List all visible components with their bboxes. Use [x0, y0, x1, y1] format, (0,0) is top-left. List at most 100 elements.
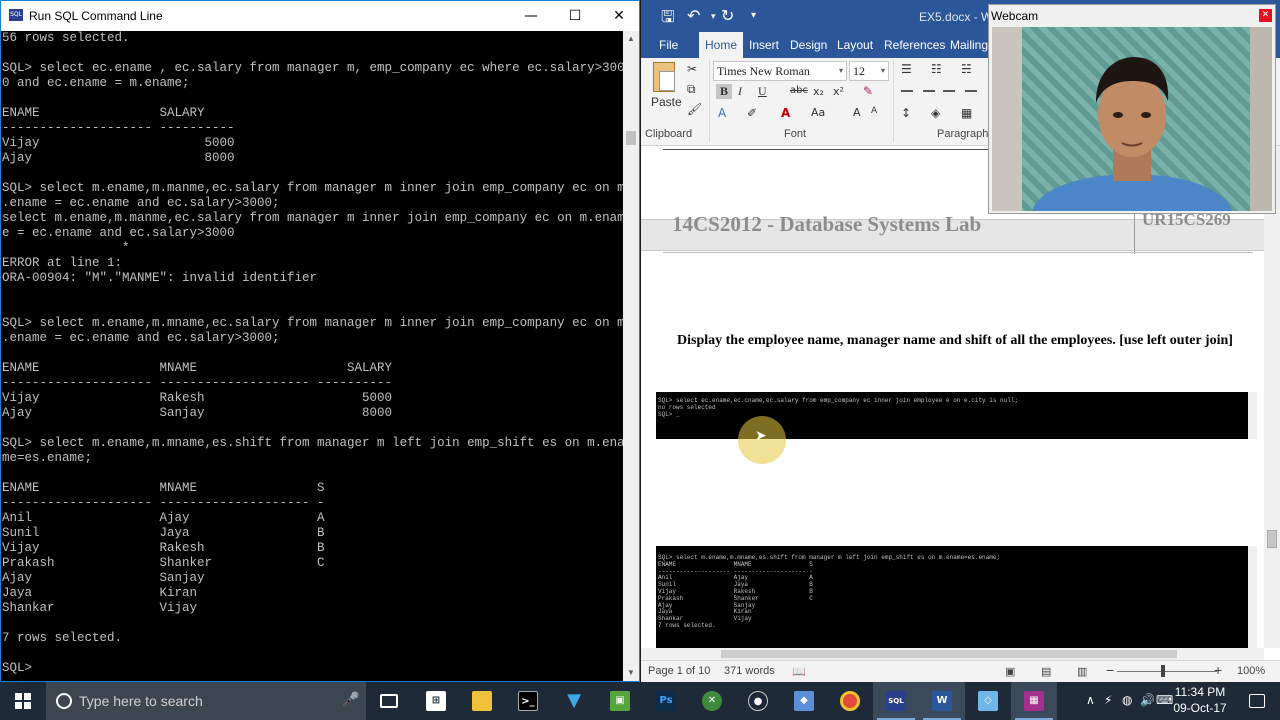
tab-mailings[interactable]: Mailing: [944, 32, 994, 58]
tab-references[interactable]: References: [878, 32, 951, 58]
superscript-button[interactable]: x²: [833, 85, 844, 98]
show-hidden-icons-icon[interactable]: ∧: [1086, 693, 1095, 707]
sql-scrollbar[interactable]: ▲ ▼: [623, 31, 639, 681]
taskbar-app-blue[interactable]: ◇: [965, 682, 1011, 720]
taskbar-webcam-app[interactable]: ▦: [1011, 682, 1057, 720]
power-icon[interactable]: ⚡: [1104, 693, 1112, 707]
sql-command-line-window[interactable]: SQL Run SQL Command Line — ☐ ✕ 56 rows s…: [0, 0, 640, 682]
grow-font-button[interactable]: A: [853, 106, 861, 119]
align-left-icon[interactable]: [901, 90, 913, 92]
minimize-button[interactable]: —: [509, 1, 553, 31]
taskbar-3d-builder[interactable]: ◆: [781, 682, 827, 720]
font-name-box[interactable]: Times New Roman ▾: [713, 61, 847, 81]
multilevel-list-icon[interactable]: ☵: [961, 62, 972, 76]
highlight-icon[interactable]: ✐: [747, 106, 757, 120]
document-vertical-scrollbar[interactable]: [1264, 146, 1280, 648]
start-button[interactable]: [0, 682, 46, 720]
justify-icon[interactable]: [965, 90, 977, 92]
subscript-button[interactable]: x₂: [813, 85, 824, 98]
volume-icon[interactable]: 🔊: [1140, 693, 1155, 707]
shrink-font-button[interactable]: A: [871, 106, 877, 116]
zoom-slider-thumb[interactable]: [1161, 665, 1165, 677]
taskbar-steam[interactable]: ●: [735, 682, 781, 720]
undo-dropdown-icon[interactable]: ▾: [711, 12, 716, 22]
taskbar-sql-command-line[interactable]: SQL: [873, 682, 919, 720]
italic-button[interactable]: I: [738, 84, 742, 99]
font-size-dropdown-icon[interactable]: ▾: [881, 62, 885, 80]
taskbar-vscode[interactable]: ▼: [551, 682, 597, 720]
taskbar-chrome[interactable]: [827, 682, 873, 720]
customize-qat-icon[interactable]: ▾: [751, 10, 756, 21]
network-icon[interactable]: ◍: [1122, 693, 1132, 707]
horizontal-scroll-thumb[interactable]: [721, 650, 1177, 658]
strikethrough-button[interactable]: abc: [790, 85, 808, 96]
web-layout-icon[interactable]: ▥: [1077, 665, 1087, 678]
vertical-scroll-thumb[interactable]: [1267, 530, 1277, 548]
taskbar-photoshop[interactable]: Ps: [643, 682, 689, 720]
webcam-window[interactable]: Webcam ✕: [988, 4, 1276, 214]
word-count[interactable]: 371 words: [724, 665, 775, 677]
zoom-in-button[interactable]: +: [1214, 662, 1222, 678]
taskbar-xbox[interactable]: ✕: [689, 682, 735, 720]
page-count[interactable]: Page 1 of 10: [648, 665, 710, 677]
console-line: .ename = ec.ename and ec.salary>3000;: [2, 196, 280, 210]
action-center-button[interactable]: [1234, 682, 1280, 720]
tab-layout[interactable]: Layout: [831, 32, 879, 58]
sql-title-bar[interactable]: SQL Run SQL Command Line — ☐ ✕: [1, 1, 639, 31]
tab-design[interactable]: Design: [784, 32, 833, 58]
align-center-icon[interactable]: [923, 90, 935, 92]
sql-scroll-thumb[interactable]: [626, 131, 636, 145]
align-right-icon[interactable]: [943, 90, 955, 92]
read-mode-icon[interactable]: ▣: [1005, 665, 1015, 678]
paste-button[interactable]: Paste: [651, 95, 682, 109]
copy-icon[interactable]: ⧉: [687, 82, 696, 97]
cortana-icon[interactable]: [56, 693, 72, 709]
font-name-dropdown-icon[interactable]: ▾: [839, 62, 843, 80]
format-painter-icon[interactable]: 🖌: [687, 102, 702, 116]
taskbar-app-green[interactable]: ▣: [597, 682, 643, 720]
maximize-button[interactable]: ☐: [553, 1, 597, 31]
numbering-icon[interactable]: ☷: [931, 62, 942, 76]
taskbar-search-box[interactable]: Type here to search 🎤: [46, 682, 366, 720]
clock-date[interactable]: 09-Oct-17: [1170, 701, 1230, 715]
bullets-icon[interactable]: ☰: [901, 62, 912, 76]
webcam-close-button[interactable]: ✕: [1259, 9, 1272, 22]
shading-icon[interactable]: ◈: [931, 106, 940, 120]
embedded-screenshot-2[interactable]: SQL> select m.ename,m.mname,es.shift fro…: [656, 546, 1257, 648]
microphone-icon[interactable]: 🎤: [342, 692, 359, 708]
line-spacing-icon[interactable]: ↕: [901, 106, 911, 120]
scroll-down-arrow-icon[interactable]: ▼: [623, 665, 639, 681]
proofing-icon[interactable]: 📖: [792, 665, 806, 678]
zoom-out-button[interactable]: −: [1106, 662, 1114, 678]
close-button[interactable]: ✕: [597, 1, 641, 31]
zoom-slider[interactable]: [1117, 671, 1217, 672]
tab-file[interactable]: File: [653, 32, 684, 58]
document-horizontal-scrollbar[interactable]: [641, 648, 1264, 660]
taskbar-store[interactable]: ⊞: [413, 682, 459, 720]
print-layout-icon[interactable]: ▤: [1041, 665, 1051, 678]
taskbar-file-explorer[interactable]: [459, 682, 505, 720]
task-view-button[interactable]: [367, 682, 413, 720]
tab-insert[interactable]: Insert: [743, 32, 785, 58]
taskbar-cmd[interactable]: >_: [505, 682, 551, 720]
redo-icon[interactable]: ↻: [721, 6, 734, 25]
change-case-button[interactable]: Aa: [811, 106, 825, 119]
document-canvas[interactable]: 14CS2012 - Database Systems Lab UR15CS26…: [641, 146, 1264, 648]
zoom-level[interactable]: 100%: [1237, 665, 1265, 677]
cut-icon[interactable]: ✂: [687, 62, 697, 76]
save-icon[interactable]: 🖫: [661, 6, 675, 33]
borders-icon[interactable]: ▦: [961, 106, 972, 120]
text-effects-icon[interactable]: A: [718, 106, 726, 120]
underline-button[interactable]: U: [758, 84, 767, 99]
font-size-box[interactable]: 12 ▾: [849, 61, 889, 81]
font-color-icon[interactable]: A: [781, 106, 790, 120]
bold-button[interactable]: B: [716, 84, 732, 99]
tab-home[interactable]: Home: [699, 32, 744, 58]
clock-time[interactable]: 11:34 PM: [1170, 685, 1230, 699]
sql-console-output[interactable]: 56 rows selected. SQL> select ec.ename , …: [1, 31, 624, 681]
paste-icon[interactable]: [653, 62, 675, 92]
scroll-up-arrow-icon[interactable]: ▲: [623, 31, 639, 47]
clear-formatting-icon[interactable]: ✎: [863, 84, 873, 98]
taskbar-word[interactable]: W: [919, 682, 965, 720]
undo-icon[interactable]: ↶: [687, 6, 700, 25]
